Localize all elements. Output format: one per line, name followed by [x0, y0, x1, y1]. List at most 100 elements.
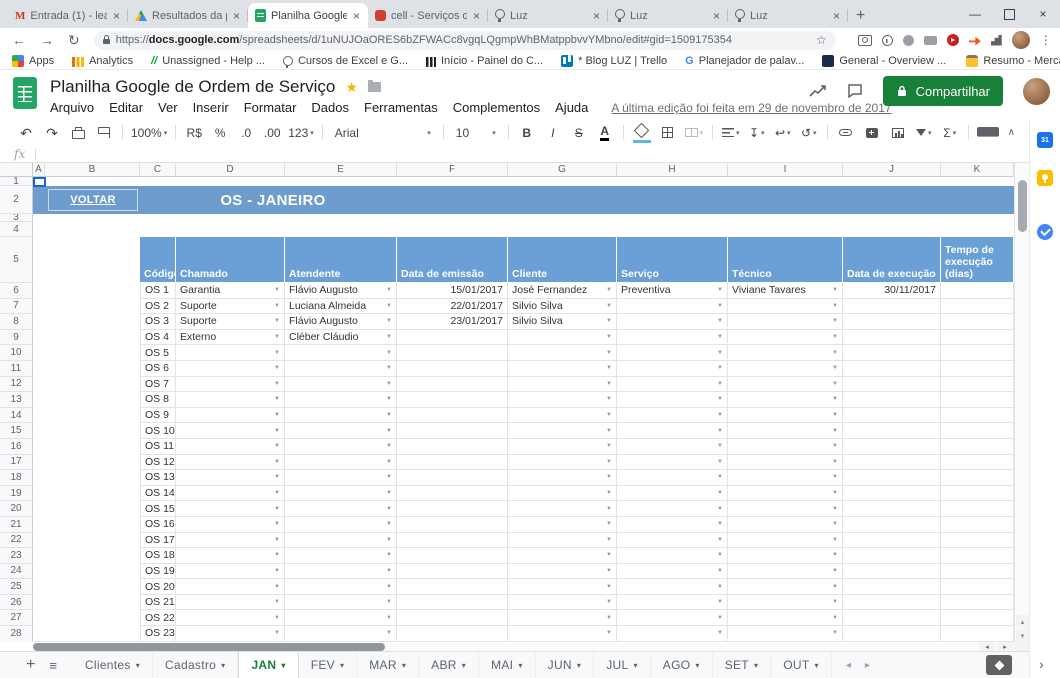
cell-dropdown-icon[interactable]: ▼: [384, 365, 392, 371]
menu-ver[interactable]: Ver: [158, 100, 178, 115]
cell[interactable]: OS 10: [140, 423, 176, 439]
column-header-E[interactable]: E: [285, 163, 397, 177]
tab-close-icon[interactable]: ×: [472, 9, 481, 23]
cell[interactable]: ▼: [508, 486, 617, 502]
row-header-3[interactable]: 3: [0, 214, 33, 222]
cell[interactable]: [941, 377, 1014, 393]
cell-dropdown-icon[interactable]: ▼: [604, 615, 612, 621]
card-extension-icon[interactable]: [924, 36, 937, 45]
cell[interactable]: OS 23: [140, 626, 176, 641]
add-sheet-button[interactable]: +: [26, 656, 35, 674]
sheet-tab-cadastro[interactable]: Cadastro▾: [153, 652, 238, 678]
cell-dropdown-icon[interactable]: ▼: [272, 615, 280, 621]
row-header-9[interactable]: 9: [0, 330, 33, 346]
cell[interactable]: ▼: [508, 626, 617, 641]
cell[interactable]: ▼: [728, 595, 843, 611]
cell[interactable]: [941, 548, 1014, 564]
close-window-button[interactable]: ×: [1026, 0, 1060, 28]
cell-dropdown-icon[interactable]: ▼: [830, 615, 838, 621]
row-header-18[interactable]: 18: [0, 470, 33, 486]
cell-dropdown-icon[interactable]: ▼: [604, 490, 612, 496]
cell[interactable]: [843, 501, 941, 517]
cell-dropdown-icon[interactable]: ▼: [604, 334, 612, 340]
cell[interactable]: [941, 626, 1014, 641]
cell-dropdown-icon[interactable]: ▼: [384, 552, 392, 558]
font-family-select[interactable]: Arial▾: [329, 122, 437, 144]
cell[interactable]: 30/11/2017: [843, 283, 941, 299]
cell[interactable]: [941, 486, 1014, 502]
cell-dropdown-icon[interactable]: ▼: [715, 552, 723, 558]
reload-button[interactable]: ↻: [68, 33, 80, 47]
cell-dropdown-icon[interactable]: ▼: [715, 428, 723, 434]
video-extension-icon[interactable]: [947, 34, 959, 46]
cell[interactable]: [397, 392, 508, 408]
cell[interactable]: ▼: [285, 486, 397, 502]
cell-dropdown-icon[interactable]: ▼: [715, 537, 723, 543]
cell-dropdown-icon[interactable]: ▼: [715, 381, 723, 387]
cell[interactable]: OS 8: [140, 392, 176, 408]
cell-dropdown-icon[interactable]: ▼: [830, 506, 838, 512]
zoom-select[interactable]: 100%▾: [129, 122, 169, 144]
cell[interactable]: [941, 423, 1014, 439]
cell[interactable]: [397, 439, 508, 455]
cell-dropdown-icon[interactable]: ▼: [715, 303, 723, 309]
cell[interactable]: ▼: [728, 314, 843, 330]
cell-dropdown-icon[interactable]: ▼: [830, 334, 838, 340]
cell[interactable]: ▼: [176, 533, 285, 549]
cell-dropdown-icon[interactable]: ▼: [830, 537, 838, 543]
cell[interactable]: ▼: [285, 517, 397, 533]
document-title[interactable]: Planilha Google de Ordem de Serviço: [50, 77, 335, 97]
cell[interactable]: [843, 470, 941, 486]
column-header-H[interactable]: H: [617, 163, 728, 177]
cell-dropdown-icon[interactable]: ▼: [715, 490, 723, 496]
cell[interactable]: Luciana Almeida▼: [285, 299, 397, 315]
cell[interactable]: ▼: [508, 595, 617, 611]
row-header-28[interactable]: 28: [0, 626, 33, 641]
cell-dropdown-icon[interactable]: ▼: [272, 474, 280, 480]
cell[interactable]: Viviane Tavares▼: [728, 283, 843, 299]
cell[interactable]: ▼: [176, 361, 285, 377]
cell-dropdown-icon[interactable]: ▼: [384, 381, 392, 387]
cell[interactable]: ▼: [728, 439, 843, 455]
bookmark-item[interactable]: Início - Painel do C...: [426, 55, 543, 67]
cell-dropdown-icon[interactable]: ▼: [384, 584, 392, 590]
tab-close-icon[interactable]: ×: [832, 9, 841, 23]
cell[interactable]: [397, 345, 508, 361]
cell[interactable]: ▼: [508, 361, 617, 377]
cell[interactable]: ▼: [285, 345, 397, 361]
star-icon[interactable]: ★: [345, 79, 358, 96]
cell[interactable]: ▼: [176, 626, 285, 641]
cell[interactable]: OS 20: [140, 579, 176, 595]
cell[interactable]: Silvio Silva▼: [508, 314, 617, 330]
table-header-cell[interactable]: Tempo de execução (dias): [941, 237, 1014, 283]
cell-dropdown-icon[interactable]: ▼: [384, 334, 392, 340]
cell-dropdown-icon[interactable]: ▼: [384, 537, 392, 543]
cell[interactable]: ▼: [508, 579, 617, 595]
row-header-11[interactable]: 11: [0, 361, 33, 377]
cell[interactable]: 15/01/2017: [397, 283, 508, 299]
cell[interactable]: [941, 408, 1014, 424]
row-header-5[interactable]: 5: [0, 237, 33, 283]
cell[interactable]: ▼: [176, 486, 285, 502]
cell[interactable]: ▼: [285, 548, 397, 564]
cell[interactable]: ▼: [728, 423, 843, 439]
tasks-icon[interactable]: [1037, 224, 1053, 240]
cell-dropdown-icon[interactable]: ▼: [272, 459, 280, 465]
cell-dropdown-icon[interactable]: ▼: [715, 615, 723, 621]
tab-close-icon[interactable]: ×: [112, 9, 121, 23]
cell-dropdown-icon[interactable]: ▼: [384, 630, 392, 636]
cell[interactable]: ▼: [728, 330, 843, 346]
more-formats-button[interactable]: 123▾: [286, 122, 316, 144]
cell[interactable]: [941, 564, 1014, 580]
cell[interactable]: José Fernandez▼: [508, 283, 617, 299]
cell[interactable]: ▼: [728, 533, 843, 549]
cell-dropdown-icon[interactable]: ▼: [272, 552, 280, 558]
browser-tab[interactable]: Planilha Google de O×: [248, 3, 368, 28]
cell-dropdown-icon[interactable]: ▼: [272, 506, 280, 512]
browser-tab[interactable]: Resultados da pesquis×: [128, 3, 248, 28]
cell[interactable]: 22/01/2017: [397, 299, 508, 315]
cell[interactable]: [843, 408, 941, 424]
cell[interactable]: [397, 533, 508, 549]
cell[interactable]: ▼: [617, 439, 728, 455]
cell-dropdown-icon[interactable]: ▼: [715, 584, 723, 590]
